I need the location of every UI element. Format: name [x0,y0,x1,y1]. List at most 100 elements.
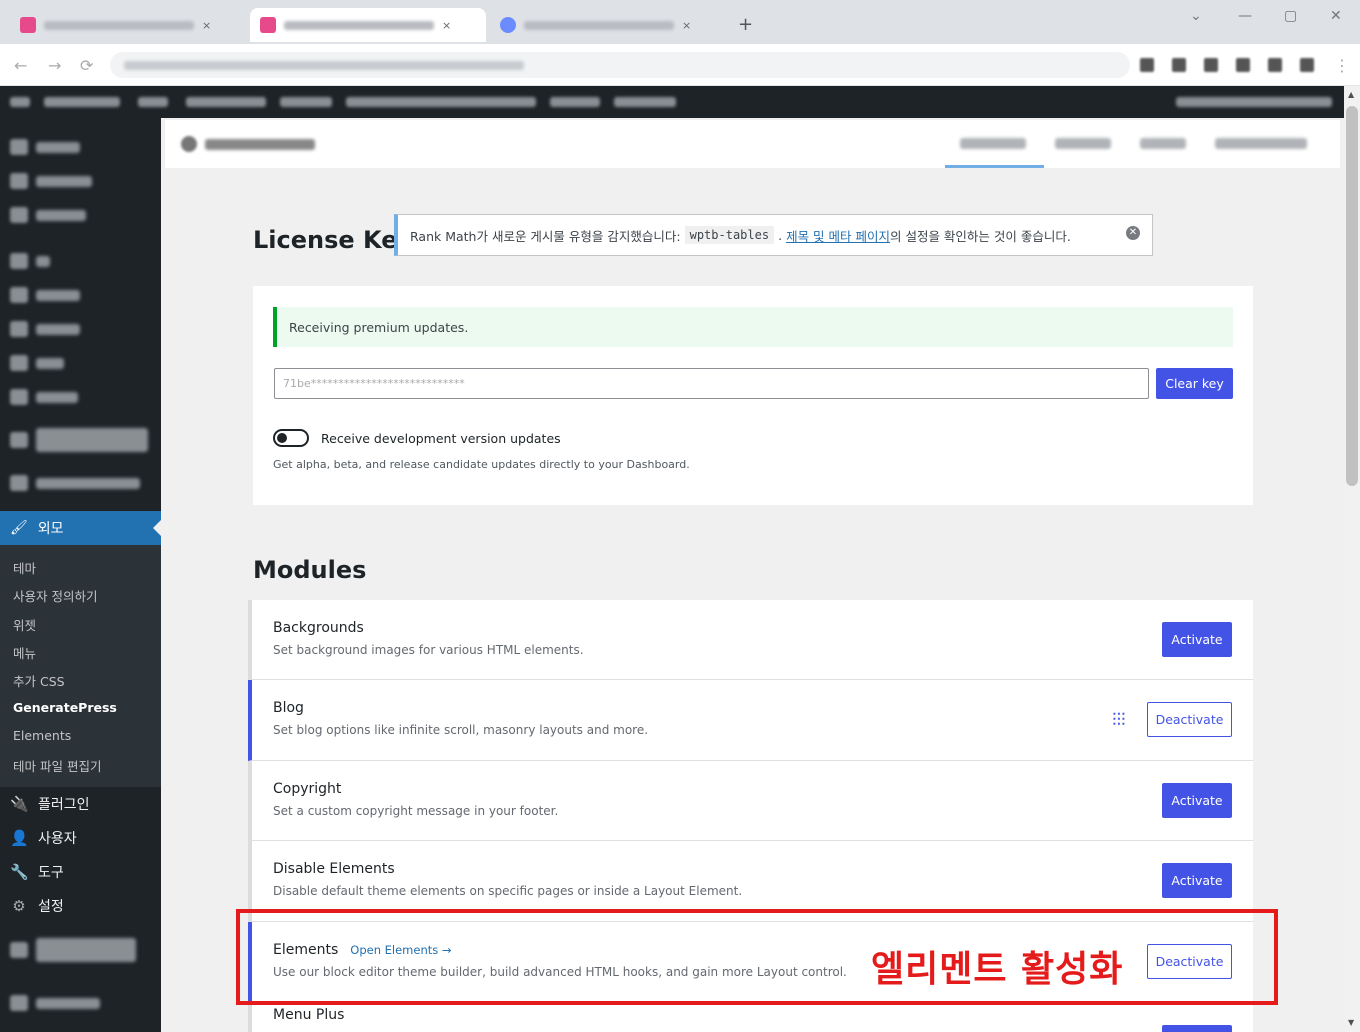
module-title: Menu Plus [273,1007,345,1023]
extension-icon[interactable] [1236,58,1250,72]
menu-icon [10,321,28,337]
extension-icon[interactable] [1140,58,1154,72]
dismiss-notice-icon[interactable]: ✕ [1126,226,1140,240]
reload-icon[interactable]: ⟳ [80,56,93,75]
profile-avatar-icon[interactable] [1300,58,1314,72]
sidebar-item-users[interactable]: 👤 사용자 [10,828,77,848]
scroll-up-icon[interactable]: ▲ [1348,90,1354,99]
dev-updates-toggle[interactable] [273,429,309,447]
submenu-item-customize[interactable]: 사용자 정의하기 [13,586,97,605]
deactivate-blog-button[interactable]: Deactivate [1147,702,1232,737]
activate-menu-plus-button[interactable] [1162,1025,1232,1032]
gp-nav-dashboard[interactable] [960,138,1026,149]
user-icon: 👤 [10,829,29,847]
extension-icon[interactable] [1204,58,1218,72]
sidebar-item-tools[interactable]: 🔧 도구 [10,862,64,882]
admin-bar-item[interactable] [280,97,332,107]
activate-copyright-button[interactable]: Activate [1162,783,1232,818]
submenu-item-widgets[interactable]: 위젯 [13,615,36,634]
admin-bar-item[interactable] [550,97,600,107]
extension-icon[interactable] [1172,58,1186,72]
menu-icon [10,475,28,491]
blurred-url [124,61,524,70]
window-close-icon[interactable]: ✕ [1330,8,1342,24]
license-key-input[interactable]: 71be**************************** [274,368,1149,399]
gp-nav-support[interactable] [1140,138,1186,149]
submenu-item-elements[interactable]: Elements [13,728,71,743]
admin-bar-item[interactable] [186,97,266,107]
module-title: Backgrounds [273,620,364,636]
tab-search-icon[interactable]: ⌄ [1190,8,1202,24]
admin-bar-item[interactable] [44,97,120,107]
sidebar-item[interactable] [10,321,80,337]
maximize-icon[interactable]: ▢ [1284,8,1297,24]
extension-icon[interactable] [1268,58,1282,72]
address-bar[interactable] [110,52,1130,78]
admin-bar-account[interactable] [1176,97,1332,107]
dev-updates-description: Get alpha, beta, and release candidate u… [273,458,690,471]
sliders-settings-icon[interactable]: ⫶⫶⫶ [1112,710,1126,731]
submenu-item-additional-css[interactable]: 추가 CSS [13,671,65,690]
module-copyright: Copyright Set a custom copyright message… [248,761,1253,841]
scrollbar-thumb[interactable] [1346,106,1358,486]
browser-tab[interactable]: × [10,8,246,42]
menu-icon [10,207,28,223]
minimize-icon[interactable]: — [1238,8,1252,24]
submenu-item-generatepress[interactable]: GeneratePress [13,700,117,715]
browser-tab-active[interactable]: × [250,8,486,42]
page-scrollbar[interactable]: ▲ ▼ [1344,86,1360,1032]
admin-bar-item[interactable] [138,97,168,107]
sidebar-item[interactable] [10,475,140,491]
wp-admin-bar [0,86,1344,118]
site-favicon-icon [260,17,276,33]
admin-bar-item[interactable] [614,97,676,107]
menu-icon [10,355,28,371]
close-icon[interactable]: × [202,19,211,32]
sidebar-item[interactable] [10,389,78,405]
browser-menu-icon[interactable]: ⋮ [1334,56,1350,75]
forward-icon[interactable]: → [48,56,61,75]
appearance-submenu: 테마 사용자 정의하기 위젯 메뉴 추가 CSS GeneratePress E… [0,545,161,787]
gp-nav-documentation[interactable] [1215,138,1307,149]
post-type-code: wptb-tables [684,226,775,244]
sidebar-item[interactable] [10,287,80,303]
close-icon[interactable]: × [682,19,691,32]
blurred-tab-title [44,20,194,30]
sidebar-item[interactable] [10,173,92,189]
sidebar-item-plugins[interactable]: 🔌 플러그인 [10,794,90,814]
sidebar-item[interactable] [10,139,80,155]
close-icon[interactable]: × [442,19,451,32]
browser-tab[interactable]: × [490,8,726,42]
sidebar-item[interactable] [10,207,86,223]
sidebar-item[interactable] [10,355,64,371]
sidebar-item[interactable] [10,424,148,456]
activate-backgrounds-button[interactable]: Activate [1162,622,1232,657]
submenu-item-themes[interactable]: 테마 [13,558,36,577]
gp-nav-elements[interactable] [1055,138,1111,149]
toggle-knob [277,433,287,443]
scroll-down-icon[interactable]: ▼ [1348,1018,1354,1027]
activate-disable-elements-button[interactable]: Activate [1162,863,1232,898]
submenu-item-menus[interactable]: 메뉴 [13,643,36,662]
wordpress-logo-icon[interactable] [10,97,30,107]
clear-key-button[interactable]: Clear key [1156,368,1233,399]
submenu-item-theme-editor[interactable]: 테마 파일 편집기 [13,756,101,775]
titles-meta-link[interactable]: 제목 및 메타 페이지 [786,226,890,245]
sidebar-item-appearance[interactable]: 🖌 외모 [0,511,161,545]
menu-icon [10,432,28,448]
module-description: Set a custom copyright message in your f… [273,804,559,818]
menu-icon [10,942,28,958]
module-title: Blog [273,700,304,716]
blurred-tab-title [524,20,674,30]
sidebar-item[interactable] [10,253,50,269]
sidebar-item[interactable] [10,934,136,966]
module-description: Set blog options like infinite scroll, m… [273,723,649,737]
sidebar-item[interactable] [10,995,100,1011]
new-tab-button[interactable]: + [738,14,753,35]
back-icon[interactable]: ← [14,56,27,75]
module-blog: Blog Set blog options like infinite scro… [248,680,1253,761]
admin-bar-item[interactable] [346,97,536,107]
sidebar-item-settings[interactable]: ⚙ 설정 [10,896,64,916]
module-menu-plus: Menu Plus [248,1003,1253,1032]
generatepress-header [165,120,1340,168]
